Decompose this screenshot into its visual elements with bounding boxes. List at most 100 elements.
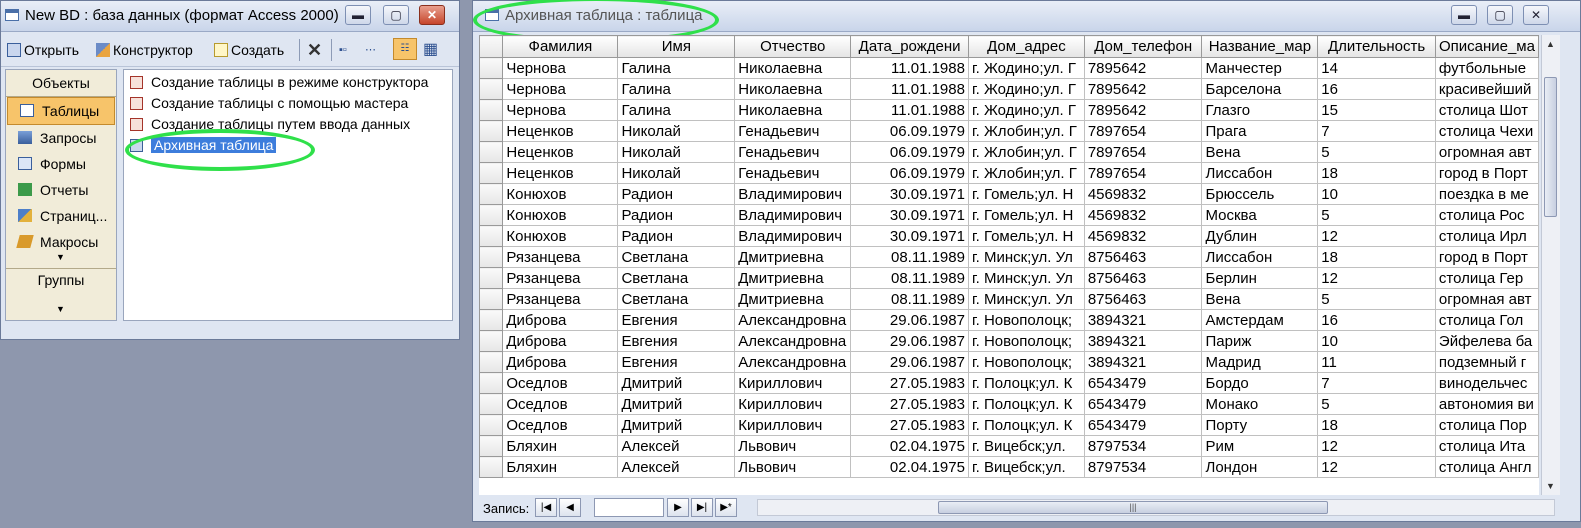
table-cell[interactable]: Николай: [617, 120, 736, 142]
table-cell[interactable]: 06.09.1979: [850, 162, 969, 184]
table-cell[interactable]: г. Полоцк;ул. К: [967, 414, 1085, 436]
table-cell[interactable]: Дмитриевна: [734, 288, 852, 310]
create-button[interactable]: Создать: [214, 40, 284, 60]
table-cell[interactable]: Манчестер: [1201, 57, 1319, 79]
column-header[interactable]: Длительность: [1317, 35, 1436, 58]
table-cell[interactable]: Дублин: [1201, 225, 1319, 247]
table-cell[interactable]: Оседлов: [502, 372, 619, 394]
table-cell[interactable]: Евгения: [617, 309, 736, 331]
row-selector[interactable]: [479, 330, 504, 352]
table-cell[interactable]: 02.04.1975: [850, 435, 969, 457]
table-cell[interactable]: Евгения: [617, 351, 736, 373]
table-cell[interactable]: столица Англ: [1434, 456, 1539, 478]
table-cell[interactable]: 11.01.1988: [850, 99, 969, 121]
list-item[interactable]: Создание таблицы путем ввода данных: [130, 114, 410, 134]
table-cell[interactable]: Рязанцева: [502, 267, 619, 289]
table-cell[interactable]: 6543479: [1083, 372, 1203, 394]
table-cell[interactable]: 8756463: [1083, 246, 1203, 268]
table-cell[interactable]: 30.09.1971: [850, 204, 969, 226]
table-cell[interactable]: поездка в ме: [1434, 183, 1539, 205]
objects-item-forms[interactable]: Формы: [6, 151, 116, 177]
row-selector[interactable]: [479, 309, 504, 331]
table-cell[interactable]: 8756463: [1083, 267, 1203, 289]
table-cell[interactable]: столица Рос: [1434, 204, 1539, 226]
table-cell[interactable]: Чернова: [502, 78, 619, 100]
designer-button[interactable]: Конструктор: [96, 40, 193, 60]
table-cell[interactable]: г. Вицебск;ул.: [967, 456, 1085, 478]
table-cell[interactable]: 12: [1317, 267, 1436, 289]
table-cell[interactable]: столица Гол: [1434, 309, 1539, 331]
row-selector[interactable]: [479, 78, 504, 100]
table-cell[interactable]: Рим: [1201, 435, 1319, 457]
objects-item-tables[interactable]: Таблицы: [7, 97, 115, 125]
scroll-down-icon[interactable]: ▼: [1544, 479, 1557, 493]
column-header[interactable]: Название_мар: [1201, 35, 1319, 58]
table-cell[interactable]: 02.04.1975: [850, 456, 969, 478]
minimize-button[interactable]: ▬: [1451, 5, 1477, 25]
record-number-input[interactable]: [594, 498, 664, 517]
table-cell[interactable]: 7897654: [1083, 141, 1203, 163]
row-selector[interactable]: [479, 57, 504, 79]
table-cell[interactable]: Евгения: [617, 330, 736, 352]
table-cell[interactable]: 18: [1317, 246, 1436, 268]
table-cell[interactable]: 6543479: [1083, 393, 1203, 415]
row-selector[interactable]: [479, 414, 504, 436]
table-cell[interactable]: Рязанцева: [502, 288, 619, 310]
table-cell[interactable]: Оседлов: [502, 393, 619, 415]
row-selector[interactable]: [479, 225, 504, 247]
select-all-cell[interactable]: [479, 35, 504, 58]
table-cell[interactable]: 12: [1317, 435, 1436, 457]
table-cell[interactable]: Бляхин: [502, 456, 619, 478]
objects-item-queries[interactable]: Запросы: [6, 125, 116, 151]
db-window-titlebar[interactable]: New BD : база данных (формат Access 2000…: [1, 1, 459, 32]
horizontal-scrollbar[interactable]: |||: [757, 499, 1555, 516]
table-cell[interactable]: 3894321: [1083, 351, 1203, 373]
table-cell[interactable]: 11.01.1988: [850, 57, 969, 79]
table-cell[interactable]: Вена: [1201, 288, 1319, 310]
column-header[interactable]: Отчество: [734, 35, 852, 58]
row-selector[interactable]: [479, 267, 504, 289]
table-cell[interactable]: Неценков: [502, 141, 619, 163]
table-cell[interactable]: 8797534: [1083, 456, 1203, 478]
new-record-button[interactable]: ▶*: [715, 498, 737, 517]
table-cell[interactable]: 7895642: [1083, 99, 1203, 121]
table-cell[interactable]: Эйфелева ба: [1434, 330, 1539, 352]
table-cell[interactable]: Светлана: [617, 246, 736, 268]
table-cell[interactable]: Дмитрий: [617, 393, 736, 415]
table-cell[interactable]: г. Минск;ул. Ул: [967, 288, 1085, 310]
table-cell[interactable]: подземный г: [1434, 351, 1539, 373]
table-cell[interactable]: 6543479: [1083, 414, 1203, 436]
table-cell[interactable]: Владимирович: [734, 183, 852, 205]
table-cell[interactable]: 11: [1317, 351, 1436, 373]
objects-item-reports[interactable]: Отчеты: [6, 177, 116, 203]
table-cell[interactable]: Москва: [1201, 204, 1319, 226]
table-cell[interactable]: огромная авт: [1434, 288, 1539, 310]
table-cell[interactable]: огромная авт: [1434, 141, 1539, 163]
table-cell[interactable]: столица Шот: [1434, 99, 1539, 121]
table-cell[interactable]: Лиссабон: [1201, 246, 1319, 268]
row-selector[interactable]: [479, 141, 504, 163]
list-item[interactable]: Создание таблицы в режиме конструктора: [130, 72, 428, 92]
row-selector[interactable]: [479, 372, 504, 394]
table-cell[interactable]: город в Порт: [1434, 246, 1539, 268]
objects-item-pages[interactable]: Страниц...: [6, 203, 116, 229]
table-cell[interactable]: Кириллович: [734, 414, 852, 436]
table-cell[interactable]: Кириллович: [734, 393, 852, 415]
table-cell[interactable]: Светлана: [617, 267, 736, 289]
table-cell[interactable]: Оседлов: [502, 414, 619, 436]
table-cell[interactable]: 5: [1317, 141, 1436, 163]
table-cell[interactable]: Диброва: [502, 351, 619, 373]
table-cell[interactable]: Николаевна: [734, 57, 852, 79]
table-cell[interactable]: 29.06.1987: [850, 351, 969, 373]
table-cell[interactable]: Галина: [617, 78, 736, 100]
table-cell[interactable]: столица Чехи: [1434, 120, 1539, 142]
list-item[interactable]: Создание таблицы с помощью мастера: [130, 93, 408, 113]
table-cell[interactable]: 7897654: [1083, 162, 1203, 184]
table-cell[interactable]: 5: [1317, 393, 1436, 415]
table-cell[interactable]: Конюхов: [502, 204, 619, 226]
scroll-up-icon[interactable]: ▲: [1544, 37, 1557, 51]
table-cell[interactable]: Чернова: [502, 57, 619, 79]
table-cell[interactable]: Неценков: [502, 120, 619, 142]
table-cell[interactable]: Львович: [734, 456, 852, 478]
table-cell[interactable]: Львович: [734, 435, 852, 457]
